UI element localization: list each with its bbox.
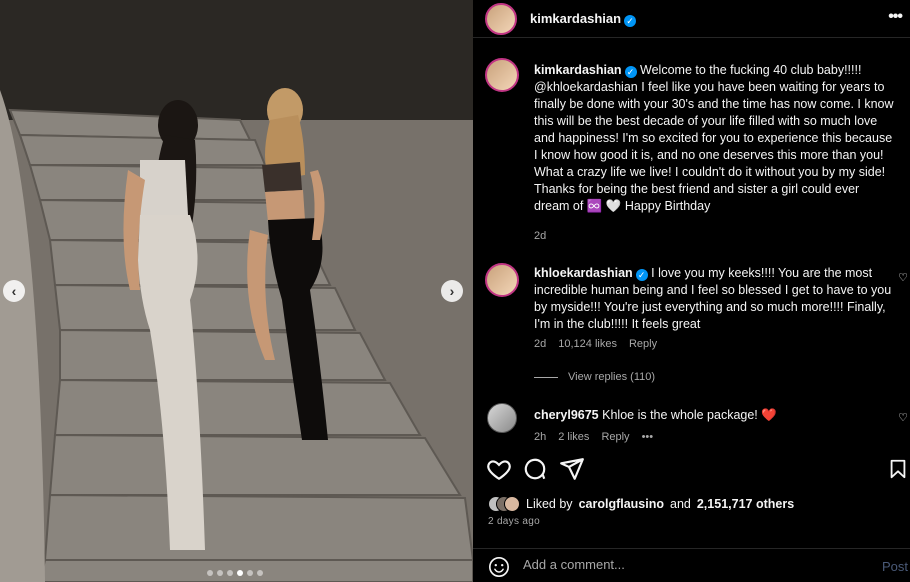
like-comment-icon[interactable]: ♡ — [898, 411, 908, 424]
verified-icon: ✓ — [624, 66, 637, 78]
share-icon[interactable] — [559, 456, 585, 482]
liked-by-count[interactable]: 2,151,717 others — [697, 497, 794, 511]
liked-by-prefix: Liked by — [526, 497, 573, 511]
carousel-indicator — [207, 570, 263, 576]
carousel-dot — [247, 570, 253, 576]
caption-avatar[interactable] — [485, 58, 519, 92]
carousel-next-button[interactable]: › — [441, 280, 463, 302]
verified-icon: ✓ — [635, 269, 648, 281]
view-replies-label: View replies (110) — [568, 371, 656, 383]
like-comment-icon[interactable]: ♡ — [898, 271, 908, 284]
post-comment-button[interactable]: Post — [882, 559, 908, 574]
caption-text: kimkardashian ✓ Welcome to the fucking 40… — [534, 62, 896, 215]
comment-meta: 2d 10,124 likes Reply — [534, 338, 657, 350]
carousel-dot — [257, 570, 263, 576]
liked-by-middle: and — [670, 497, 691, 511]
liker-avatars — [488, 496, 520, 512]
more-options-icon[interactable]: ••• — [888, 8, 903, 26]
reply-button[interactable]: Reply — [629, 338, 657, 350]
comment-text: khloekardashian ✓ I love you my keeks!!!!… — [534, 265, 896, 333]
comments-list[interactable]: kimkardashian ✓ Welcome to the fucking 40… — [473, 46, 910, 446]
post-photo[interactable]: ‹ › — [0, 0, 473, 582]
bookmark-icon[interactable] — [887, 456, 909, 482]
post-panel: kimkardashian ✓ ••• kimkardashian ✓ Welcom… — [473, 0, 910, 582]
author-username[interactable]: kimkardashian — [530, 11, 621, 26]
add-comment-input[interactable] — [523, 557, 843, 572]
caption-meta: 2d — [534, 230, 546, 242]
caption: kimkardashian ✓ Welcome to the fucking 40… — [473, 46, 910, 246]
verified-icon: ✓ — [624, 15, 637, 27]
caption-timestamp[interactable]: 2d — [534, 230, 546, 242]
reply-button[interactable]: Reply — [601, 431, 629, 443]
carousel-dot — [207, 570, 213, 576]
comment-timestamp[interactable]: 2h — [534, 431, 546, 443]
photo-illustration — [0, 0, 473, 582]
comment-author[interactable]: cheryl9675 — [534, 408, 599, 422]
commenter-avatar[interactable] — [485, 263, 519, 297]
carousel-dot — [217, 570, 223, 576]
heart-icon[interactable] — [486, 456, 512, 482]
comment-meta: 2h 2 likes Reply ••• — [534, 431, 653, 443]
action-bar — [473, 456, 910, 486]
comment-text: cheryl9675 Khloe is the whole package! ❤… — [534, 407, 896, 424]
comment-author[interactable]: khloekardashian — [534, 266, 633, 280]
carousel-dot-active — [237, 570, 243, 576]
liker-avatar — [504, 496, 520, 512]
view-replies-button[interactable]: View replies (110) — [534, 371, 655, 383]
comment-likes[interactable]: 10,124 likes — [558, 338, 617, 350]
divider-line — [534, 376, 558, 378]
author-avatar[interactable] — [485, 3, 517, 35]
comment-body: Khloe is the whole package! ❤️ — [602, 408, 777, 422]
commenter-avatar[interactable] — [487, 403, 517, 433]
carousel-prev-button[interactable]: ‹ — [3, 280, 25, 302]
comment-item: khloekardashian ✓ I love you my keeks!!!!… — [473, 259, 910, 359]
carousel-dot — [227, 570, 233, 576]
likes-summary: Liked by carolgflausino and 2,151,717 ot… — [488, 496, 794, 512]
header-author: kimkardashian ✓ — [530, 11, 637, 27]
comment-likes[interactable]: 2 likes — [558, 431, 589, 443]
emoji-icon[interactable] — [488, 556, 510, 578]
comment-item: cheryl9675 Khloe is the whole package! ❤… — [473, 401, 910, 446]
comment-timestamp[interactable]: 2d — [534, 338, 546, 350]
liked-by-user[interactable]: carolgflausino — [579, 497, 664, 511]
post-header: kimkardashian ✓ ••• — [473, 0, 910, 38]
comment-more-icon[interactable]: ••• — [642, 431, 654, 443]
caption-body: Welcome to the fucking 40 club baby!!!!!… — [534, 63, 894, 213]
caption-author[interactable]: kimkardashian — [534, 63, 622, 77]
post-timestamp[interactable]: 2 days ago — [488, 516, 540, 527]
comment-icon[interactable] — [522, 456, 548, 482]
add-comment-bar: Post — [473, 548, 910, 582]
